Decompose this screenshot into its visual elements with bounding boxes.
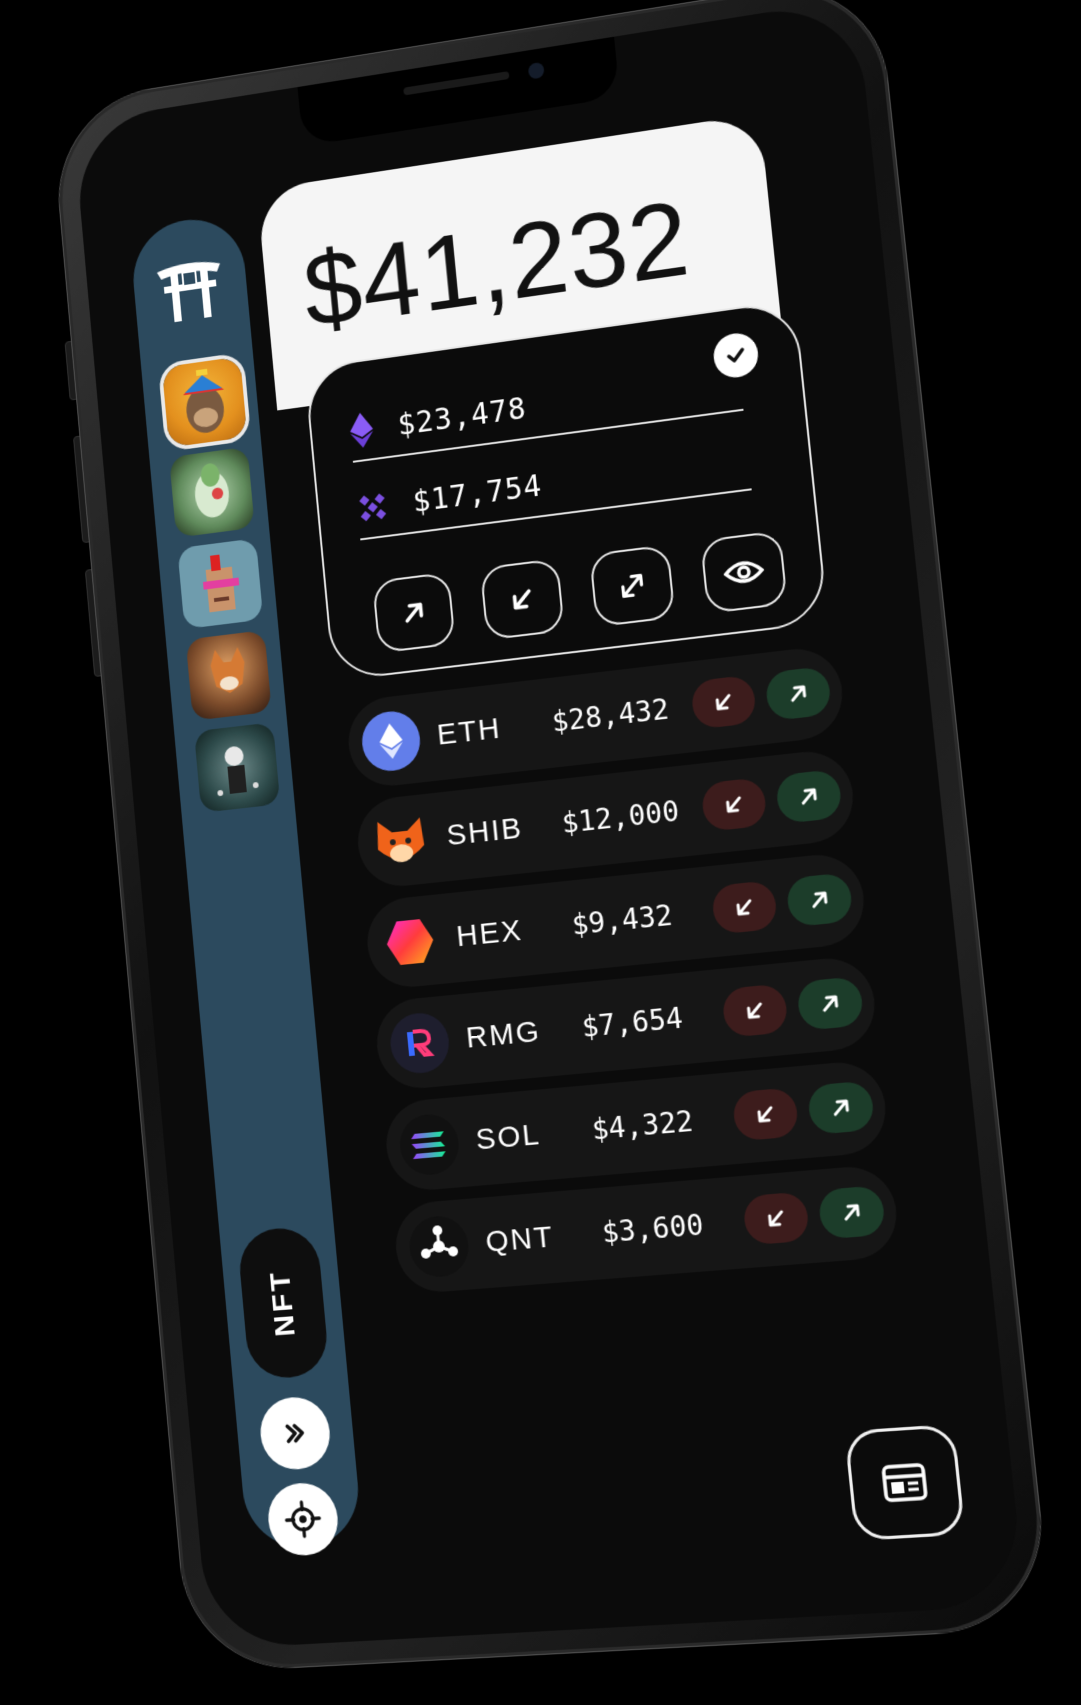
token-symbol: SOL xyxy=(474,1117,543,1157)
token-symbol: QNT xyxy=(484,1220,556,1259)
receive-button[interactable] xyxy=(690,674,758,730)
token-value: $12,000 xyxy=(560,794,681,840)
hex-icon xyxy=(378,909,442,974)
send-button[interactable] xyxy=(371,571,456,654)
send-button[interactable] xyxy=(764,665,833,722)
token-value: $4,322 xyxy=(590,1104,695,1147)
fox-avatar[interactable] xyxy=(183,627,275,724)
phone-frame: NFT $41,232 $23,478 $17,754 ETH $28,432 … xyxy=(50,0,1052,1673)
expand-arrows-icon xyxy=(616,569,649,602)
arrow-down-left-icon xyxy=(731,894,758,921)
view-button[interactable] xyxy=(700,530,788,614)
arrow-down-left-icon xyxy=(742,997,769,1024)
receive-button[interactable] xyxy=(700,776,768,832)
eth-icon xyxy=(359,708,423,774)
browser-window-icon xyxy=(880,1461,930,1503)
nft-tab-label: NFT xyxy=(263,1268,302,1338)
arrow-up-right-icon xyxy=(795,783,822,810)
arrow-down-left-icon xyxy=(506,583,538,616)
phone-screen: NFT $41,232 $23,478 $17,754 ETH $28,432 … xyxy=(72,0,1026,1650)
ethereum-icon xyxy=(348,411,375,450)
green-character-avatar[interactable] xyxy=(166,443,258,541)
receive-button[interactable] xyxy=(479,558,565,641)
phone-mockup: NFT $41,232 $23,478 $17,754 ETH $28,432 … xyxy=(0,0,1081,1705)
sol-icon xyxy=(397,1112,462,1178)
receive-button[interactable] xyxy=(731,1087,800,1142)
arrow-up-right-icon xyxy=(817,990,844,1017)
arrow-up-right-icon xyxy=(827,1094,854,1121)
send-button[interactable] xyxy=(796,976,865,1031)
browser-window-button[interactable] xyxy=(844,1423,966,1542)
arrow-up-right-icon xyxy=(838,1199,865,1226)
receive-button[interactable] xyxy=(710,879,779,935)
token-value: $28,432 xyxy=(550,692,671,739)
token-value: $9,432 xyxy=(570,898,675,942)
arrow-up-right-icon xyxy=(806,886,833,913)
crosshair-icon[interactable] xyxy=(265,1480,341,1558)
wallet-amount: $23,478 xyxy=(396,390,529,443)
ape-avatar[interactable] xyxy=(157,351,252,452)
double-chevron-right-icon[interactable] xyxy=(257,1394,333,1472)
nft-tab[interactable]: NFT xyxy=(236,1225,331,1381)
arrow-down-left-icon xyxy=(710,689,737,716)
receive-button[interactable] xyxy=(721,983,789,1038)
wallet-amount: $17,754 xyxy=(411,468,544,520)
shib-icon xyxy=(369,809,432,874)
arrow-down-left-icon xyxy=(752,1101,779,1128)
token-symbol: ETH xyxy=(435,711,503,752)
send-button[interactable] xyxy=(774,768,843,825)
receive-button[interactable] xyxy=(742,1191,811,1246)
token-symbol: SHIB xyxy=(445,811,525,853)
arrow-up-right-icon xyxy=(785,680,812,707)
eye-icon xyxy=(722,556,765,589)
speaker xyxy=(403,71,510,96)
arrow-up-right-icon xyxy=(398,596,430,629)
arrow-down-left-icon xyxy=(721,791,748,818)
pixel-punk-avatar[interactable] xyxy=(174,535,266,632)
torii-logo-icon[interactable] xyxy=(154,254,226,325)
rmg-icon xyxy=(387,1010,452,1076)
wallet-card: $23,478 $17,754 xyxy=(303,298,829,682)
token-symbol: RMG xyxy=(464,1014,543,1055)
notch xyxy=(297,36,621,147)
astronaut-avatar[interactable] xyxy=(191,719,284,816)
front-camera xyxy=(527,61,545,80)
send-button[interactable] xyxy=(817,1185,887,1240)
send-button[interactable] xyxy=(785,872,854,928)
binance-icon xyxy=(359,493,387,522)
token-value: $7,654 xyxy=(580,1001,685,1044)
arrow-down-left-icon xyxy=(763,1205,790,1232)
send-button[interactable] xyxy=(806,1080,876,1136)
token-value: $3,600 xyxy=(600,1207,706,1250)
token-symbol: HEX xyxy=(454,913,525,954)
swap-button[interactable] xyxy=(589,544,676,628)
qnt-icon xyxy=(406,1214,472,1279)
